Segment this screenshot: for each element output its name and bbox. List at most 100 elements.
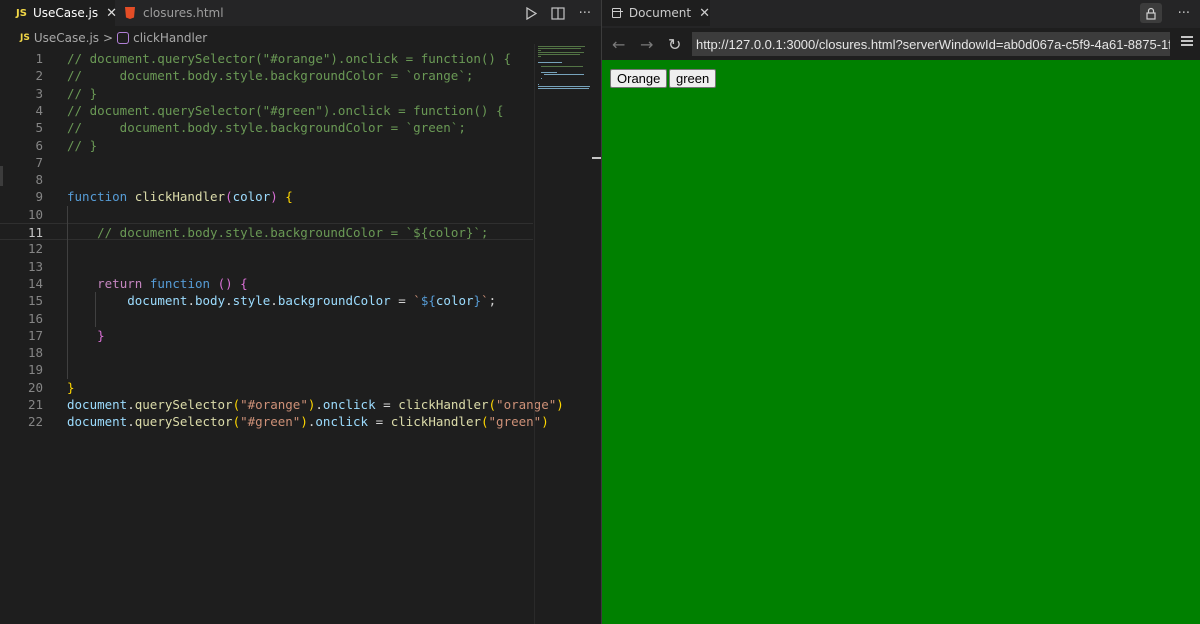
split-editor-icon[interactable]: [550, 6, 565, 20]
minimap[interactable]: [534, 44, 594, 624]
code-line[interactable]: 19: [0, 361, 533, 378]
tab-closures-html[interactable]: closures.html: [115, 0, 235, 26]
code-line[interactable]: 2 // document.body.style.backgroundColor …: [0, 67, 533, 84]
address-bar: ← → ↻: [602, 28, 1200, 60]
minimap-line: [541, 78, 542, 79]
line-number: 18: [27, 345, 43, 361]
line-number: 3: [35, 85, 43, 101]
minimap-line: [538, 56, 542, 57]
breadcrumb-symbol[interactable]: clickHandler: [133, 31, 207, 45]
line-number: 19: [27, 362, 43, 378]
minimap-line: [538, 46, 586, 47]
line-number: 15: [27, 293, 43, 309]
code-editor: JS UseCase.js ✕ closures.html ··· JS Use…: [0, 0, 602, 624]
breadcrumb: JS UseCase.js > clickHandler: [0, 28, 207, 48]
line-number: 16: [27, 310, 43, 326]
menu-icon[interactable]: [1181, 36, 1193, 48]
code-line[interactable]: 14 return function () {: [0, 275, 533, 292]
code-line[interactable]: 22 document.querySelector("#green").oncli…: [0, 413, 549, 430]
code-text: // document.querySelector("#orange").onc…: [67, 51, 512, 66]
indent-guide: [95, 292, 96, 327]
code-text: return function () {: [97, 275, 248, 291]
code-line[interactable]: 9 function clickHandler(color) {: [0, 188, 533, 205]
code-line[interactable]: 3 // }: [0, 85, 533, 102]
green-button[interactable]: green: [669, 69, 717, 88]
code-line[interactable]: 10: [0, 206, 533, 223]
code-line[interactable]: 12: [0, 240, 533, 257]
line-number: 5: [35, 120, 43, 136]
function-symbol-icon: [117, 32, 130, 44]
reload-icon[interactable]: ↻: [668, 28, 681, 60]
minimap-line: [538, 52, 585, 53]
code-text: // document.body.style.backgroundColor =…: [97, 225, 489, 240]
minimap-line: [538, 84, 539, 85]
minimap-line: [541, 72, 558, 73]
code-line[interactable]: 7: [0, 154, 533, 171]
code-text: document.querySelector("#green").onclick…: [67, 414, 549, 430]
tab-label: closures.html: [143, 6, 224, 20]
url-input[interactable]: [692, 32, 1170, 56]
code-text: // document.querySelector("#green").oncl…: [67, 102, 504, 118]
line-number: 12: [27, 241, 43, 257]
tab-label: Document: [628, 6, 692, 20]
line-number: 9: [35, 189, 43, 205]
code-line[interactable]: 11 // document.body.style.backgroundColo…: [0, 223, 533, 240]
code-line[interactable]: 16: [0, 310, 533, 327]
lock-icon[interactable]: [1139, 3, 1162, 23]
code-text: document.querySelector("#orange").onclic…: [67, 397, 564, 412]
back-icon[interactable]: ←: [612, 28, 625, 60]
line-number: 21: [27, 397, 43, 412]
editor-tab-bar: JS UseCase.js ✕ closures.html ···: [0, 0, 601, 26]
more-icon[interactable]: ···: [579, 6, 591, 21]
minimap-line: [538, 48, 582, 49]
browser-preview: Document ✕ ··· ← → ↻ Orange green: [601, 0, 1200, 624]
code-line[interactable]: 4 // document.querySelector("#green").onc…: [0, 102, 533, 119]
code-text: document.body.style.backgroundColor = `$…: [127, 293, 497, 309]
line-number: 13: [27, 258, 43, 274]
line-number: 2: [35, 68, 43, 84]
code-line[interactable]: 6 // }: [0, 137, 533, 154]
minimap-line: [544, 74, 584, 75]
code-area[interactable]: 1 // document.querySelector("#orange").on…: [0, 48, 564, 624]
line-number: 10: [27, 206, 43, 222]
editor-actions: ···: [525, 0, 591, 26]
code-line[interactable]: 17 }: [0, 327, 533, 344]
line-number: 6: [35, 137, 43, 153]
code-line[interactable]: 13: [0, 258, 533, 275]
code-line[interactable]: 5 // document.body.style.backgroundColor …: [0, 119, 533, 136]
line-number: 17: [27, 327, 43, 343]
tab-document[interactable]: Document ✕: [602, 0, 710, 26]
code-text: }: [97, 327, 105, 343]
play-icon[interactable]: [525, 6, 537, 20]
line-number: 1: [35, 51, 43, 66]
breadcrumb-separator: >: [103, 31, 114, 45]
javascript-file-icon: JS: [20, 33, 30, 43]
code-line[interactable]: 15 document.body.style.backgroundColor =…: [0, 292, 533, 309]
line-number: 7: [35, 154, 43, 170]
line-number: 8: [35, 172, 43, 188]
tab-usecase-js[interactable]: JS UseCase.js ✕: [0, 0, 117, 26]
code-text: // }: [67, 85, 98, 101]
code-line[interactable]: 8: [0, 171, 533, 188]
orange-button[interactable]: Orange: [610, 69, 668, 88]
minimap-line: [538, 62, 562, 63]
code-text: }: [67, 379, 75, 395]
line-number: 20: [27, 379, 43, 395]
code-line[interactable]: 18: [0, 344, 533, 361]
code-line[interactable]: 1 // document.querySelector("#orange").on…: [0, 50, 533, 67]
line-number: 22: [27, 414, 43, 430]
close-icon[interactable]: ✕: [699, 6, 710, 21]
breadcrumb-file[interactable]: UseCase.js: [34, 31, 99, 45]
code-line[interactable]: 20}: [0, 379, 533, 396]
code-text: // }: [67, 137, 98, 153]
line-number: 14: [27, 275, 43, 291]
javascript-file-icon: JS: [16, 7, 27, 19]
minimap-line: [538, 50, 542, 51]
line-number: 4: [35, 102, 43, 118]
page-viewport: Orange green: [602, 60, 1200, 624]
forward-icon[interactable]: →: [640, 28, 653, 60]
indent-guide: [67, 205, 68, 379]
code-line[interactable]: 21 document.querySelector("#orange").oncl…: [0, 396, 564, 413]
tab-label: UseCase.js: [32, 6, 99, 20]
more-icon[interactable]: ···: [1178, 6, 1190, 21]
